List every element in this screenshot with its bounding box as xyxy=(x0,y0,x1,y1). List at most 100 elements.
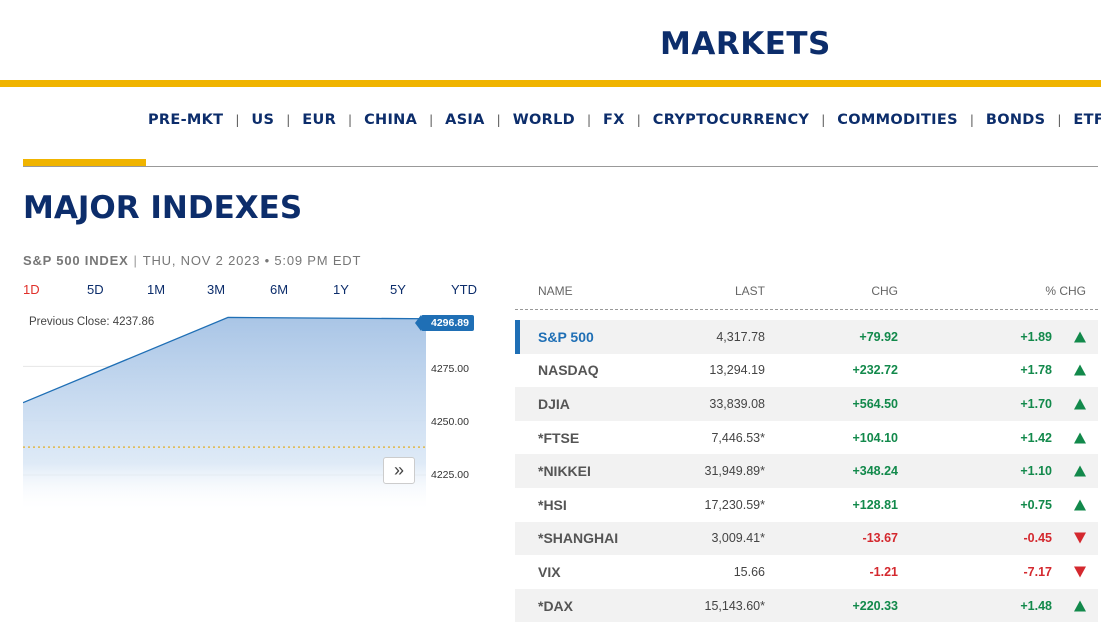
index-last: 4,317.78 xyxy=(716,329,765,344)
nav-item-pre-mkt[interactable]: PRE-MKT xyxy=(148,112,223,128)
section-title: MAJOR INDEXES xyxy=(23,190,303,226)
header-accent-bar xyxy=(0,80,1101,87)
section-divider xyxy=(23,166,1098,167)
price-area xyxy=(23,317,426,512)
nav-item-china[interactable]: CHINA xyxy=(364,112,417,128)
table-row[interactable]: NASDAQ 13,294.19 +232.72 +1.78 xyxy=(515,354,1098,388)
index-pct-change: +1.89 xyxy=(1020,329,1052,344)
index-name[interactable]: VIX xyxy=(538,564,561,580)
index-change: -13.67 xyxy=(862,531,898,546)
y-tick-label: 4225.00 xyxy=(431,469,469,481)
index-last: 7,446.53* xyxy=(711,430,765,445)
nav-item-cryptocurrency[interactable]: CRYPTOCURRENCY xyxy=(653,112,810,128)
range-tab-ytd[interactable]: YTD xyxy=(451,282,477,297)
index-last: 31,949.89* xyxy=(704,464,765,479)
nav-separator: | xyxy=(969,113,974,127)
arrow-up-icon xyxy=(1074,364,1086,376)
index-change: +232.72 xyxy=(852,363,898,378)
nav-separator: | xyxy=(586,113,592,127)
nav-item-world[interactable]: WORLD xyxy=(513,112,575,128)
last-price-badge: 4296.89 xyxy=(415,315,474,331)
range-tab-5y[interactable]: 5Y xyxy=(390,282,406,297)
range-tab-3m[interactable]: 3M xyxy=(207,282,225,297)
range-tab-1d[interactable]: 1D xyxy=(23,282,40,297)
index-name[interactable]: S&P 500 xyxy=(538,329,594,345)
index-change: -1.21 xyxy=(869,564,899,579)
chart-index-name: S&P 500 INDEX xyxy=(23,253,129,268)
range-tab-5d[interactable]: 5D xyxy=(87,282,104,297)
previous-close-label: Previous Close: 4237.86 xyxy=(29,316,155,328)
col-header-chg: CHG xyxy=(871,284,898,298)
nav-item-asia[interactable]: ASIA xyxy=(445,112,484,128)
double-chevron-right-icon: » xyxy=(393,460,404,480)
nav-item-eur[interactable]: EUR xyxy=(302,112,336,128)
index-pct-change: +1.42 xyxy=(1020,430,1052,445)
range-tab-1m[interactable]: 1M xyxy=(147,282,165,297)
arrow-up-icon xyxy=(1074,331,1086,343)
nav-separator: | xyxy=(496,113,501,127)
table-row[interactable]: *DAX 15,143.60* +220.33 +1.48 xyxy=(515,588,1098,623)
col-header-pct-chg: % CHG xyxy=(1045,284,1086,298)
expand-chart-button[interactable]: » xyxy=(383,457,415,484)
index-pct-change: +1.10 xyxy=(1020,464,1052,479)
index-name[interactable]: DJIA xyxy=(538,396,570,412)
index-pct-change: +1.48 xyxy=(1020,598,1052,613)
nav-item-us[interactable]: US xyxy=(251,112,274,128)
index-name[interactable]: *SHANGHAI xyxy=(538,530,618,546)
index-change: +128.81 xyxy=(852,497,898,512)
arrow-up-icon xyxy=(1074,398,1086,410)
index-name[interactable]: *DAX xyxy=(538,598,573,614)
table-row[interactable]: *FTSE 7,446.53* +104.10 +1.42 xyxy=(515,421,1098,455)
index-last: 3,009.41* xyxy=(711,531,765,546)
table-row[interactable]: *HSI 17,230.59* +128.81 +0.75 xyxy=(515,488,1098,522)
index-pct-change: -0.45 xyxy=(1023,531,1053,546)
chart-range-selector: 1D 5D 1M 3M 6M 1Y 5Y YTD xyxy=(23,282,483,298)
nav-separator: | xyxy=(429,113,434,127)
table-header: NAME LAST CHG % CHG xyxy=(515,278,1098,310)
nav-separator: | xyxy=(821,113,826,127)
arrow-up-icon xyxy=(1074,499,1086,511)
range-tab-6m[interactable]: 6M xyxy=(270,282,288,297)
arrow-up-icon xyxy=(1074,465,1086,477)
table-row[interactable]: DJIA 33,839.08 +564.50 +1.70 xyxy=(515,387,1098,421)
index-change: +348.24 xyxy=(852,464,898,479)
index-pct-change: +1.70 xyxy=(1020,396,1052,411)
index-name[interactable]: *NIKKEI xyxy=(538,463,591,479)
nav-separator: | xyxy=(286,113,291,127)
nav-separator: | xyxy=(1057,113,1062,127)
arrow-down-icon xyxy=(1074,532,1086,544)
nav-item-commodities[interactable]: COMMODITIES xyxy=(837,112,958,128)
index-last: 15,143.60* xyxy=(704,598,765,613)
nav-item-bonds[interactable]: BONDS xyxy=(986,112,1046,128)
chart-meta: S&P 500 INDEX | THU, NOV 2 2023 • 5:09 PM … xyxy=(23,253,361,268)
nav-separator: | xyxy=(348,113,353,127)
index-last: 13,294.19 xyxy=(709,363,765,378)
index-change: +104.10 xyxy=(852,430,898,445)
col-header-name: NAME xyxy=(538,284,573,298)
nav-separator: | xyxy=(636,113,641,127)
index-last: 15.66 xyxy=(733,564,765,579)
indexes-table: NAME LAST CHG % CHG S&P 500 4,317.78 +79.9… xyxy=(515,278,1098,623)
table-body: S&P 500 4,317.78 +79.92 +1.89 NASDAQ 13,294.1… xyxy=(515,320,1098,623)
arrow-up-icon xyxy=(1074,432,1086,444)
range-tab-1y[interactable]: 1Y xyxy=(333,282,349,297)
chart-timestamp: THU, NOV 2 2023 • 5:09 PM EDT xyxy=(142,253,362,268)
index-last: 33,839.08 xyxy=(709,396,765,411)
index-name[interactable]: *FTSE xyxy=(538,430,579,446)
y-tick-label: 4275.00 xyxy=(431,363,469,375)
table-row[interactable]: *SHANGHAI 3,009.41* -13.67 -0.45 xyxy=(515,521,1098,556)
meta-separator: | xyxy=(133,253,138,268)
table-row[interactable]: S&P 500 4,317.78 +79.92 +1.89 xyxy=(515,320,1098,354)
index-chart: Previous Close: 4237.86 4296.89 4275.00 … xyxy=(23,312,483,512)
col-header-last: LAST xyxy=(734,284,765,298)
index-name[interactable]: *HSI xyxy=(538,497,567,513)
index-pct-change: +0.75 xyxy=(1020,497,1052,512)
nav-item-fx[interactable]: FX xyxy=(603,112,625,128)
y-tick-label: 4250.00 xyxy=(431,416,469,428)
nav-separator: | xyxy=(235,113,240,127)
index-change: +220.33 xyxy=(852,598,898,613)
nav-item-etf[interactable]: ETF xyxy=(1073,112,1101,128)
table-row[interactable]: VIX 15.66 -1.21 -7.17 xyxy=(515,555,1098,589)
index-name[interactable]: NASDAQ xyxy=(538,362,599,378)
table-row[interactable]: *NIKKEI 31,949.89* +348.24 +1.10 xyxy=(515,454,1098,488)
